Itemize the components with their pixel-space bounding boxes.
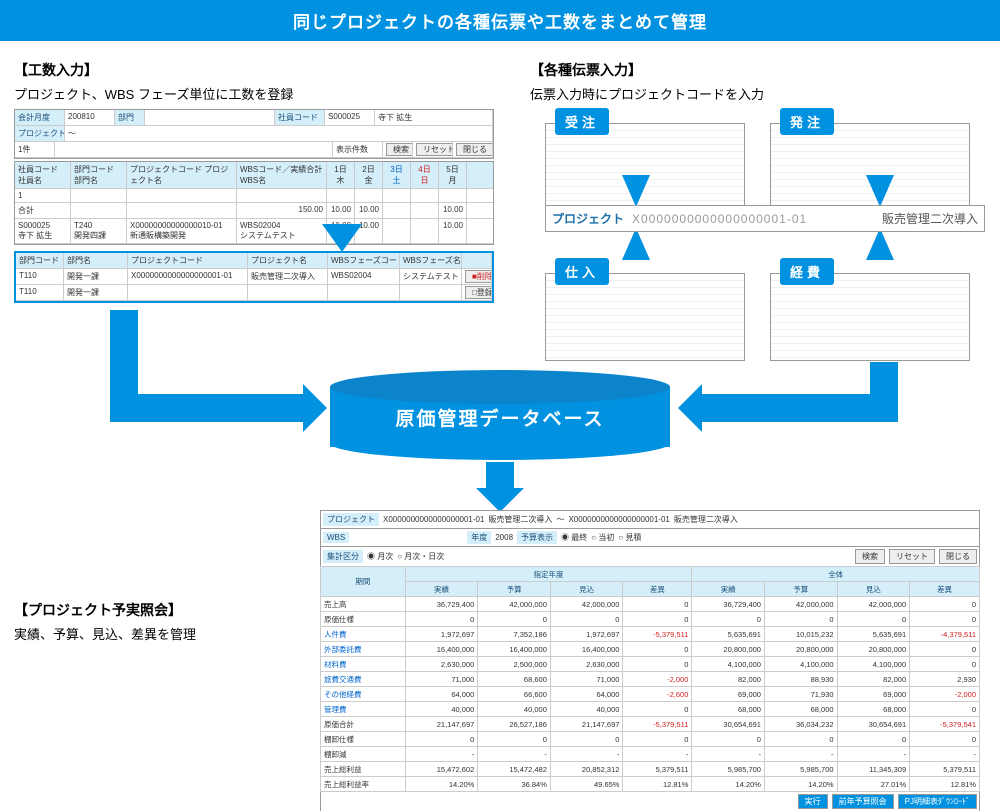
vouchers-sub: 伝票入力時にプロジェクトコードを入力 <box>530 84 990 103</box>
report-search-button[interactable]: 検索 <box>855 549 885 564</box>
tag-purchase: 仕入 <box>555 258 609 285</box>
report-close-button[interactable]: 閉じる <box>939 549 977 564</box>
pj-strip-name: 販売管理二次導入 <box>882 210 978 227</box>
report-label-section: 【プロジェクト予実照会】 実績、予算、見込、差異を管理 <box>14 600 314 649</box>
search-button[interactable]: 検索 <box>386 143 413 156</box>
ym-value[interactable]: 200810 <box>65 110 115 125</box>
emp-label: 社員コード <box>275 110 325 125</box>
report-table: 期間指定年度全体 実績予算見込差異実績予算見込差異 売上高36,729,4004… <box>320 566 980 792</box>
tag-expense: 経費 <box>780 258 834 285</box>
workhours-top-grid: 会計月度 200810 部門 社員コード S000025 寺下 拡生 プロジェク… <box>14 109 494 159</box>
radio-initial[interactable]: ○ 当初 <box>591 532 614 543</box>
callout-triangle-icon <box>622 228 650 260</box>
database-cylinder: 原価管理データベース <box>330 370 670 460</box>
radio-estimate[interactable]: ○ 見積 <box>618 532 641 543</box>
report-filter-1: プロジェクト X0000000000000000001-01 販売管理二次導入 … <box>320 510 980 528</box>
page-banner: 同じプロジェクトの各種伝票や工数をまとめて管理 <box>0 0 1000 41</box>
workhours-sub: プロジェクト、WBS フェーズ単位に工数を登録 <box>14 84 494 103</box>
tag-order: 受注 <box>555 108 609 135</box>
grid-header: 社員コード 社員名 部門コード 部門名 プロジェクトコード プロジェクト名 WB… <box>15 162 493 189</box>
report-reset-button[interactable]: リセット <box>889 549 935 564</box>
data-row[interactable]: S000025寺下 拡生 T240開発四課 X00000000000000010… <box>15 219 493 244</box>
workhours-section: 【工数入力】 プロジェクト、WBS フェーズ単位に工数を登録 会計月度 2008… <box>14 60 494 303</box>
ym-label: 会計月度 <box>15 110 65 125</box>
tag-po: 発注 <box>780 108 834 135</box>
report-panel: プロジェクト X0000000000000000001-01 販売管理二次導入 … <box>320 510 980 811</box>
voucher-expense-thumb <box>770 273 970 361</box>
detail-del-button[interactable]: ■削除 <box>465 270 492 283</box>
pj-strip-label: プロジェクト <box>552 210 624 227</box>
pj-strip-code: X0000000000000000001-01 <box>632 212 882 226</box>
report-dl-button[interactable]: PJ明細表ﾀﾞｳﾝﾛｰﾄﾞ <box>898 794 977 809</box>
dept-label: 部門 <box>115 110 145 125</box>
radio-monthly[interactable]: ◉ 月次 <box>367 551 393 562</box>
report-footer-buttons: 実行 前年予算照会 PJ明細表ﾀﾞｳﾝﾛｰﾄﾞ <box>320 792 980 811</box>
report-filter-2: WBS 年度2008 予算表示 ◉ 最終 ○ 当初 ○ 見積 <box>320 528 980 546</box>
vouchers-section: 【各種伝票入力】 伝票入力時にプロジェクトコードを入力 <box>530 60 990 109</box>
callout-triangle-icon <box>866 228 894 260</box>
total-row: 1 <box>15 189 493 203</box>
dept-value[interactable] <box>145 110 275 125</box>
detail-row[interactable]: T110 開発一課 □登録 <box>16 285 492 301</box>
proj-value[interactable]: ～ <box>65 126 493 141</box>
workhours-main-grid: 社員コード 社員名 部門コード 部門名 プロジェクトコード プロジェクト名 WB… <box>14 161 494 245</box>
report-run-button[interactable]: 実行 <box>798 794 828 809</box>
reset-button[interactable]: リセット <box>416 143 453 156</box>
callout-triangle-icon <box>322 224 362 252</box>
count-label: 1件 <box>15 142 55 157</box>
proj-label: プロジェクト <box>15 126 65 141</box>
report-title: 【プロジェクト予実照会】 <box>14 600 314 620</box>
report-filter-3: 集計区分 ◉ 月次 ○ 月次・日次 検索 リセット 閉じる <box>320 546 980 566</box>
db-label: 原価管理データベース <box>330 404 670 431</box>
emp-value[interactable]: S000025 <box>325 110 375 125</box>
report-sub: 実績、予算、見込、差異を管理 <box>14 624 314 643</box>
workhours-detail-grid: 部門コード 部門名 プロジェクトコード プロジェクト名 WBSフェーズコード W… <box>14 251 494 303</box>
workhours-title: 【工数入力】 <box>14 60 494 80</box>
arrow-left-icon <box>700 394 898 422</box>
arrow-down-icon <box>486 462 514 490</box>
report-prev-button[interactable]: 前年予算照会 <box>832 794 894 809</box>
close-button[interactable]: 閉じる <box>456 143 493 156</box>
disp-label: 表示件数 <box>333 142 383 157</box>
detail-reg-button[interactable]: □登録 <box>465 286 492 299</box>
detail-row[interactable]: T110 開発一課 X0000000000000000001-01 販売管理二次… <box>16 269 492 285</box>
radio-latest[interactable]: ◉ 最終 <box>561 532 587 543</box>
emp-name: 寺下 拡生 <box>375 110 493 125</box>
vouchers-title: 【各種伝票入力】 <box>530 60 990 80</box>
radio-daily[interactable]: ○ 月次・日次 <box>397 551 444 562</box>
total-label: 合計 <box>15 203 71 218</box>
project-strip: プロジェクト X0000000000000000001-01 販売管理二次導入 <box>545 205 985 232</box>
arrow-right-icon <box>110 394 305 422</box>
callout-triangle-icon <box>622 175 650 207</box>
callout-triangle-icon <box>866 175 894 207</box>
voucher-purchase-thumb <box>545 273 745 361</box>
